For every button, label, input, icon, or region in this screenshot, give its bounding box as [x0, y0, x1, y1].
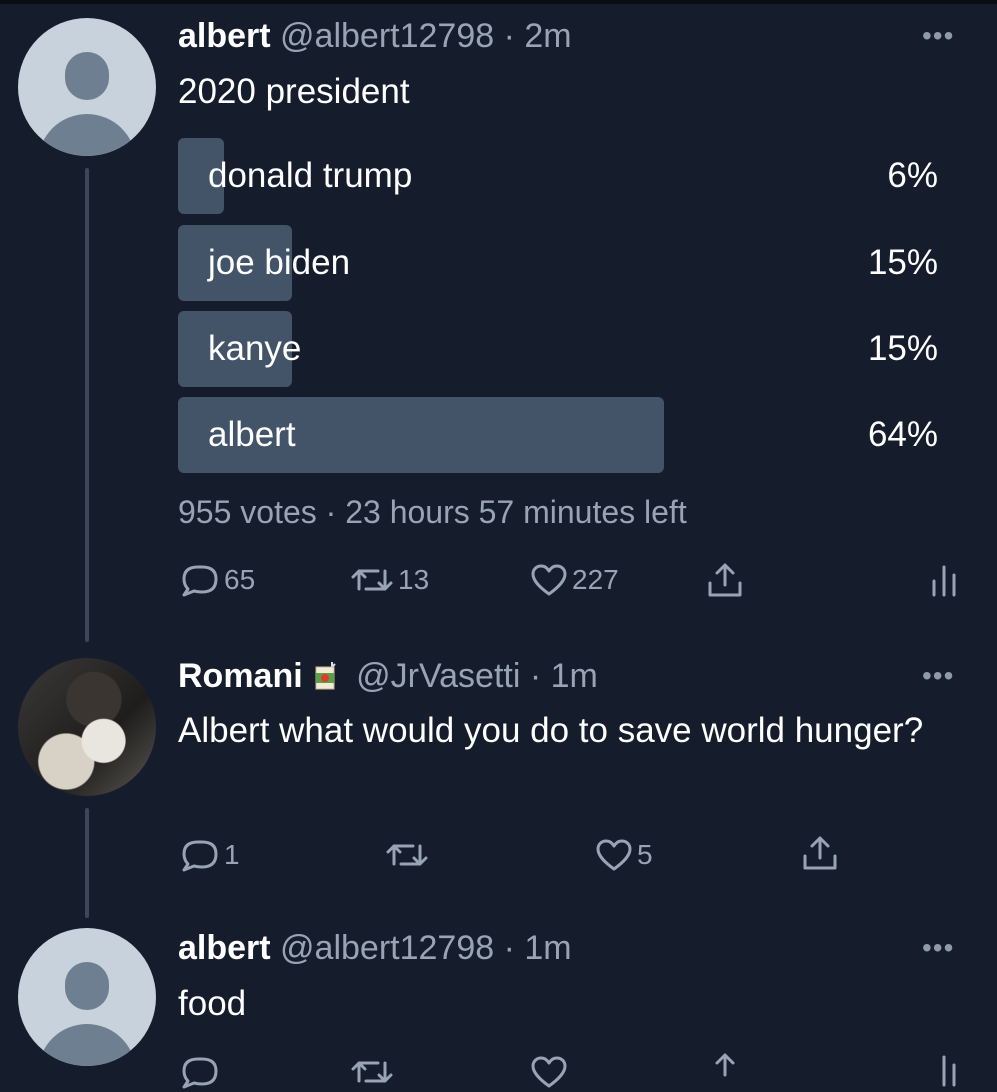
share-button[interactable] — [705, 1050, 745, 1090]
poll-option-percent: 6% — [887, 156, 938, 195]
user-handle[interactable]: @JrVasetti — [356, 657, 520, 695]
poll-option: donald trump 6% — [178, 138, 938, 214]
tweet-header: Romani @JrVasetti · 1m — [178, 656, 598, 696]
poll-option-label: donald trump — [208, 156, 413, 195]
more-icon[interactable]: ••• — [922, 662, 954, 690]
thread-line — [85, 168, 89, 642]
reply-icon — [182, 840, 218, 872]
analytics-button[interactable] — [928, 560, 962, 600]
poll-option-percent: 15% — [867, 243, 938, 282]
retweet-icon — [351, 569, 393, 591]
tweet-text: 2020 president — [178, 72, 410, 111]
retweet-button[interactable]: 13 — [350, 560, 429, 600]
share-button[interactable] — [800, 833, 840, 873]
reply-count: 65 — [224, 564, 256, 595]
reply-button[interactable]: 65 — [180, 560, 255, 600]
tweet-text: food — [178, 984, 247, 1023]
like-count: 227 — [572, 564, 619, 595]
tweet-header: albert @albert12798 · 1m — [178, 928, 572, 968]
tweet-header: albert @albert12798 · 2m — [178, 16, 572, 56]
analytics-button[interactable] — [928, 1050, 962, 1090]
avatar-albert[interactable] — [18, 928, 156, 1066]
share-icon — [803, 836, 837, 870]
share-button[interactable] — [705, 560, 745, 600]
avatar-shoulders-shape — [38, 1024, 136, 1066]
poll-option-percent: 15% — [867, 329, 938, 368]
reply-button[interactable]: 1 — [180, 835, 240, 875]
poll-option: joe biden 15% — [178, 225, 938, 301]
user-handle[interactable]: @albert12798 — [280, 17, 494, 55]
analytics-icon — [932, 565, 956, 597]
poll-meta: 955 votes · 23 hours 57 minutes left — [178, 494, 687, 531]
separator-dot: · — [520, 657, 551, 695]
display-name[interactable]: Romani — [178, 657, 303, 695]
analytics-icon — [942, 1055, 956, 1087]
user-handle[interactable]: @albert12798 — [280, 929, 494, 967]
retweet-icon — [386, 844, 428, 866]
poll-option-label: joe biden — [208, 243, 351, 282]
like-icon — [531, 1056, 567, 1088]
poll-option-label: albert — [208, 415, 296, 454]
poll-time-left: 23 hours 57 minutes left — [345, 494, 687, 530]
like-button[interactable] — [530, 1052, 568, 1092]
display-name[interactable]: albert — [178, 17, 271, 55]
retweet-count: 13 — [398, 564, 430, 595]
timestamp[interactable]: 2m — [524, 17, 571, 55]
avatar-head-shape — [65, 52, 109, 100]
retweet-button[interactable] — [350, 1052, 394, 1092]
like-icon — [531, 564, 567, 596]
poll-option: albert 64% — [178, 397, 938, 473]
tweet-text: Albert what would you do to save world h… — [178, 711, 924, 750]
retweet-icon — [351, 1061, 393, 1083]
like-button[interactable]: 227 — [530, 560, 619, 600]
poll-option-percent: 64% — [867, 415, 938, 454]
reply-button[interactable] — [180, 1052, 220, 1092]
timestamp[interactable]: 1m — [551, 657, 598, 695]
avatar-shoulders-shape — [38, 114, 136, 156]
share-icon — [708, 563, 742, 597]
like-count: 5 — [637, 839, 653, 870]
reply-icon — [182, 565, 218, 597]
avatar-romani[interactable] — [18, 658, 156, 796]
like-icon — [596, 839, 632, 871]
poll-option-label: kanye — [208, 329, 302, 368]
poll-option: kanye 15% — [178, 311, 938, 387]
poll-votes: 955 votes — [178, 494, 317, 530]
separator-dot: · — [494, 17, 525, 55]
juice-box-emoji — [315, 662, 336, 690]
display-name[interactable]: albert — [178, 929, 271, 967]
separator-dot: · — [316, 494, 346, 530]
thread-line — [85, 808, 89, 918]
avatar-albert[interactable] — [18, 18, 156, 156]
reply-count: 1 — [224, 839, 240, 870]
like-button[interactable]: 5 — [595, 835, 653, 875]
more-icon[interactable]: ••• — [922, 22, 954, 50]
share-icon — [715, 1053, 735, 1077]
top-border — [0, 0, 997, 4]
avatar-head-shape — [65, 962, 109, 1010]
timestamp[interactable]: 1m — [524, 929, 571, 967]
reply-icon — [182, 1057, 218, 1089]
retweet-button[interactable] — [385, 835, 433, 875]
more-icon[interactable]: ••• — [922, 934, 954, 962]
separator-dot: · — [494, 929, 525, 967]
